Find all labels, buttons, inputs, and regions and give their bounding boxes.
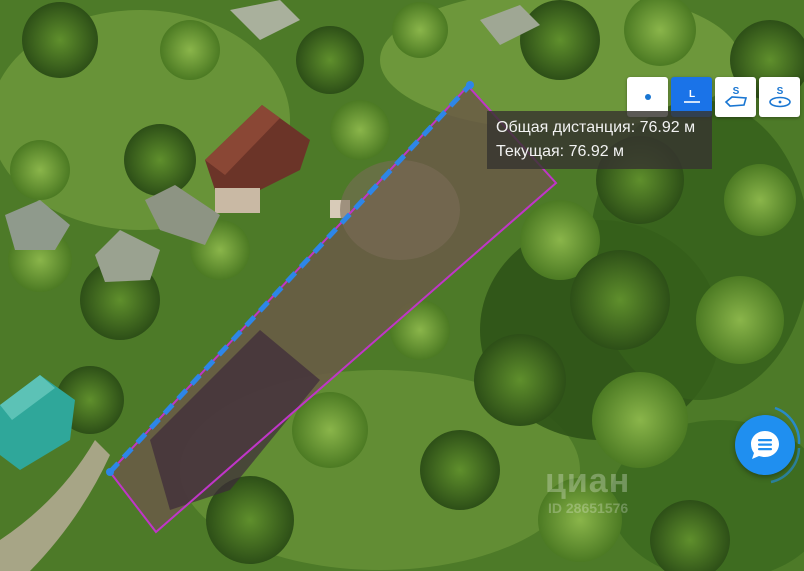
area-tool-label: S — [732, 86, 739, 97]
area-tool-button[interactable]: S — [715, 77, 756, 117]
measurement-start-vertex — [106, 468, 114, 476]
chat-bubble-icon — [751, 431, 779, 459]
watermark-id: ID 28651576 — [548, 500, 629, 516]
circle-area-tool-label: S — [776, 86, 783, 97]
measurement-readout: Общая дистанция: 76.92 м Текущая: 76.92 … — [487, 111, 712, 169]
circle-area-icon: S — [768, 86, 791, 108]
total-distance-label: Общая дистанция: 76.92 м — [496, 119, 696, 136]
circle-area-tool-button[interactable]: S — [759, 77, 800, 117]
watermark-brand: циан — [545, 462, 631, 500]
line-measure-icon: L — [683, 89, 700, 103]
area-measure-icon: S — [724, 86, 747, 107]
current-distance-label: Текущая: 76.92 м — [496, 143, 625, 160]
chat-button[interactable] — [735, 415, 795, 475]
measurement-end-vertex — [466, 81, 474, 89]
point-icon — [644, 94, 651, 100]
line-tool-label: L — [688, 89, 694, 100]
